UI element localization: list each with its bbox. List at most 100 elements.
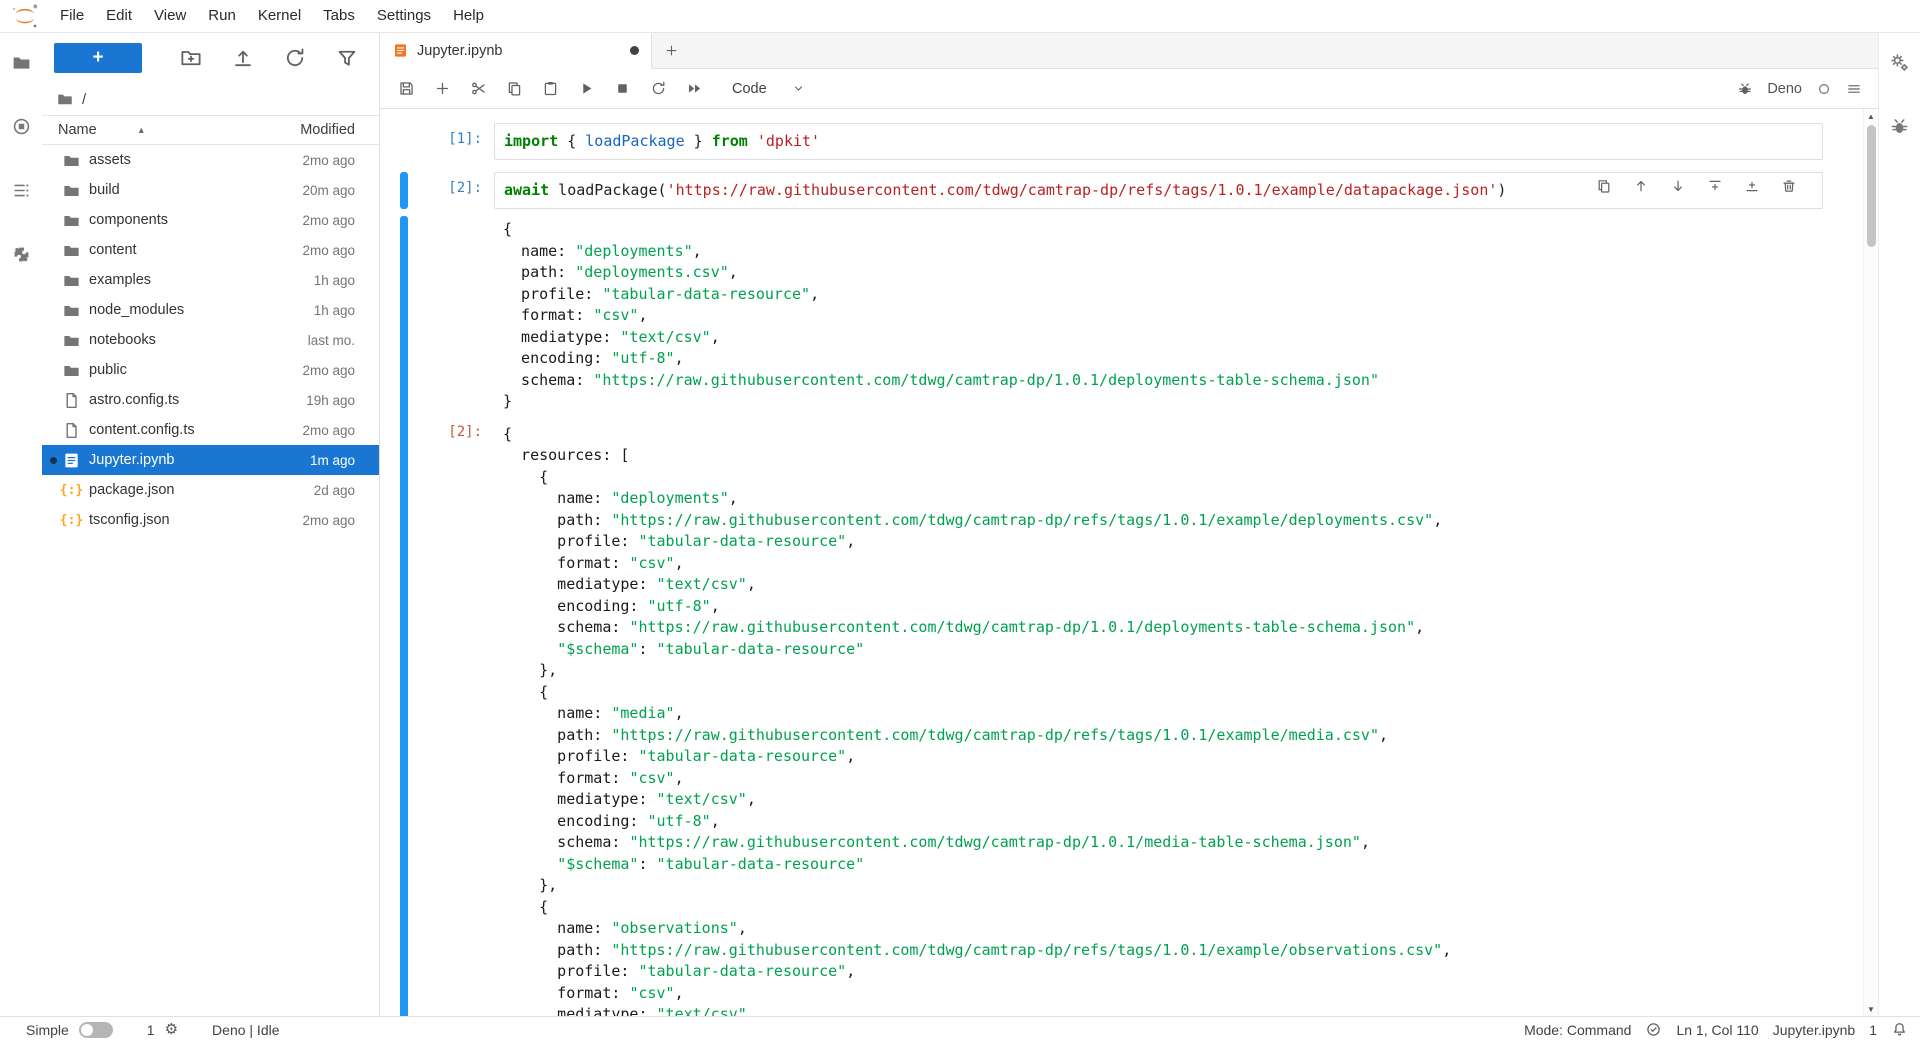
filter-button[interactable]	[335, 46, 359, 70]
insert-cell-above-button[interactable]	[1706, 177, 1724, 195]
sidebar-item-table-of-contents[interactable]	[8, 177, 34, 203]
file-modified: last mo.	[308, 333, 355, 348]
sidebar-item-extensions[interactable]	[8, 241, 34, 267]
menu-tabs[interactable]: Tabs	[312, 0, 366, 32]
extensions-icon	[11, 244, 32, 265]
output-collapser[interactable]	[400, 216, 408, 1016]
cell-toolbar	[1595, 177, 1798, 195]
column-modified[interactable]: Modified	[300, 122, 355, 138]
save-button[interactable]	[392, 75, 421, 103]
notebook-toolbar-buttons	[392, 75, 716, 103]
kernel-sessions-icon[interactable]: ⚙	[165, 1022, 178, 1037]
file-row[interactable]: content.config.ts 2mo ago	[42, 415, 379, 445]
upload-button[interactable]	[231, 46, 255, 70]
notebook-icon	[392, 42, 409, 59]
menu-settings[interactable]: Settings	[366, 0, 442, 32]
refresh-button[interactable]	[283, 46, 307, 70]
insert-cell-button[interactable]	[428, 75, 457, 103]
scroll-up-arrow[interactable]: ▲	[1867, 109, 1875, 123]
scrollbar-thumb[interactable]	[1867, 125, 1876, 247]
new-folder-button[interactable]	[179, 46, 203, 70]
notebook-cell[interactable]: [1]: import { loadPackage } from 'dpkit'	[394, 123, 1837, 160]
notebook-cell[interactable]: [2]: await loadPackage('https://raw.gith…	[394, 172, 1837, 1016]
folder-icon	[11, 52, 32, 73]
cell-output: [2]: { resources: [ { name: "deployments…	[408, 421, 1823, 1017]
command-mode-indicator[interactable]: Mode: Command	[1524, 1022, 1631, 1038]
kernel-name-button[interactable]: Deno	[1767, 81, 1802, 97]
save-icon	[398, 80, 415, 97]
run-button[interactable]	[572, 75, 601, 103]
bell-icon[interactable]	[1891, 1021, 1908, 1038]
kernel-sessions-count[interactable]: 1	[147, 1022, 155, 1038]
cursor-position[interactable]: Ln 1, Col 110	[1676, 1022, 1758, 1038]
folder-icon	[62, 181, 81, 200]
cell-collapser[interactable]	[400, 172, 408, 209]
cell-type-select[interactable]: Code	[732, 81, 806, 97]
kernel-status-icon[interactable]	[1816, 81, 1832, 97]
file-modified: 2mo ago	[302, 513, 355, 528]
simple-mode-toggle[interactable]	[79, 1022, 113, 1038]
code-editor[interactable]: import { loadPackage } from 'dpkit'	[494, 123, 1823, 160]
menu-help[interactable]: Help	[442, 0, 495, 32]
code-editor[interactable]: await loadPackage('https://raw.githubuse…	[494, 172, 1823, 209]
file-name: components	[89, 212, 302, 228]
file-row[interactable]: content 2mo ago	[42, 235, 379, 265]
kernel-area: Deno	[1737, 81, 1862, 97]
move-up-icon	[1633, 178, 1649, 194]
insert-below-icon	[1744, 178, 1760, 194]
delete-cell-button[interactable]	[1780, 177, 1798, 195]
tab-jupyter-ipynb[interactable]: Jupyter.ipynb	[380, 33, 652, 69]
menu-run[interactable]: Run	[197, 0, 247, 32]
sidebar-item-property-inspector[interactable]	[1887, 49, 1913, 75]
scroll-down-arrow[interactable]: ▼	[1867, 1002, 1875, 1016]
move-cell-up-button[interactable]	[1632, 177, 1650, 195]
folder-icon	[62, 301, 81, 320]
toolbar-overflow-button[interactable]	[1846, 81, 1862, 97]
restart-run-all-button[interactable]	[680, 75, 709, 103]
restart-kernel-button[interactable]	[644, 75, 673, 103]
file-row[interactable]: examples 1h ago	[42, 265, 379, 295]
menu-kernel[interactable]: Kernel	[247, 0, 312, 32]
debugger-toggle-icon[interactable]	[1737, 81, 1753, 97]
paste-cell-button[interactable]	[536, 75, 565, 103]
sidebar-item-file-browser[interactable]	[8, 49, 34, 75]
file-row[interactable]: public 2mo ago	[42, 355, 379, 385]
move-cell-down-button[interactable]	[1669, 177, 1687, 195]
file-row[interactable]: node_modules 1h ago	[42, 295, 379, 325]
upload-icon	[231, 46, 255, 70]
insert-cell-below-button[interactable]	[1743, 177, 1761, 195]
interrupt-kernel-button[interactable]	[608, 75, 637, 103]
sidebar-item-running-sessions[interactable]	[8, 113, 34, 139]
file-row[interactable]: {:} package.json 2d ago	[42, 475, 379, 505]
file-modified: 2mo ago	[302, 423, 355, 438]
notebook-icon	[62, 451, 81, 470]
file-row[interactable]: astro.config.ts 19h ago	[42, 385, 379, 415]
cut-cell-button[interactable]	[464, 75, 493, 103]
menu-edit[interactable]: Edit	[95, 0, 143, 32]
notebook-scrollbar[interactable]: ▲ ▼	[1863, 109, 1878, 1016]
duplicate-cell-button[interactable]	[1595, 177, 1613, 195]
jupyter-logo-icon	[10, 3, 40, 29]
file-row[interactable]: {:} tsconfig.json 2mo ago	[42, 505, 379, 535]
new-launcher-button[interactable]: +	[54, 43, 142, 73]
paste-icon	[542, 80, 559, 97]
breadcrumb-root[interactable]: /	[82, 91, 86, 108]
stop-icon	[614, 80, 631, 97]
notifications-count[interactable]: 1	[1869, 1022, 1877, 1038]
column-name[interactable]: Name	[58, 122, 97, 138]
file-name: content	[89, 242, 302, 258]
copy-cell-button[interactable]	[500, 75, 529, 103]
file-row[interactable]: assets 2mo ago	[42, 145, 379, 175]
breadcrumb[interactable]: /	[42, 83, 379, 115]
file-row[interactable]: components 2mo ago	[42, 205, 379, 235]
new-tab-button[interactable]	[652, 33, 690, 68]
kernel-state[interactable]: Deno | Idle	[212, 1022, 279, 1038]
dirty-indicator[interactable]	[630, 46, 639, 55]
file-row[interactable]: notebooks last mo.	[42, 325, 379, 355]
cell-collapser[interactable]	[400, 123, 408, 160]
menu-file[interactable]: File	[49, 0, 95, 32]
file-row[interactable]: Jupyter.ipynb 1m ago	[42, 445, 379, 475]
sidebar-item-debugger[interactable]	[1887, 113, 1913, 139]
file-row[interactable]: build 20m ago	[42, 175, 379, 205]
menu-view[interactable]: View	[143, 0, 197, 32]
